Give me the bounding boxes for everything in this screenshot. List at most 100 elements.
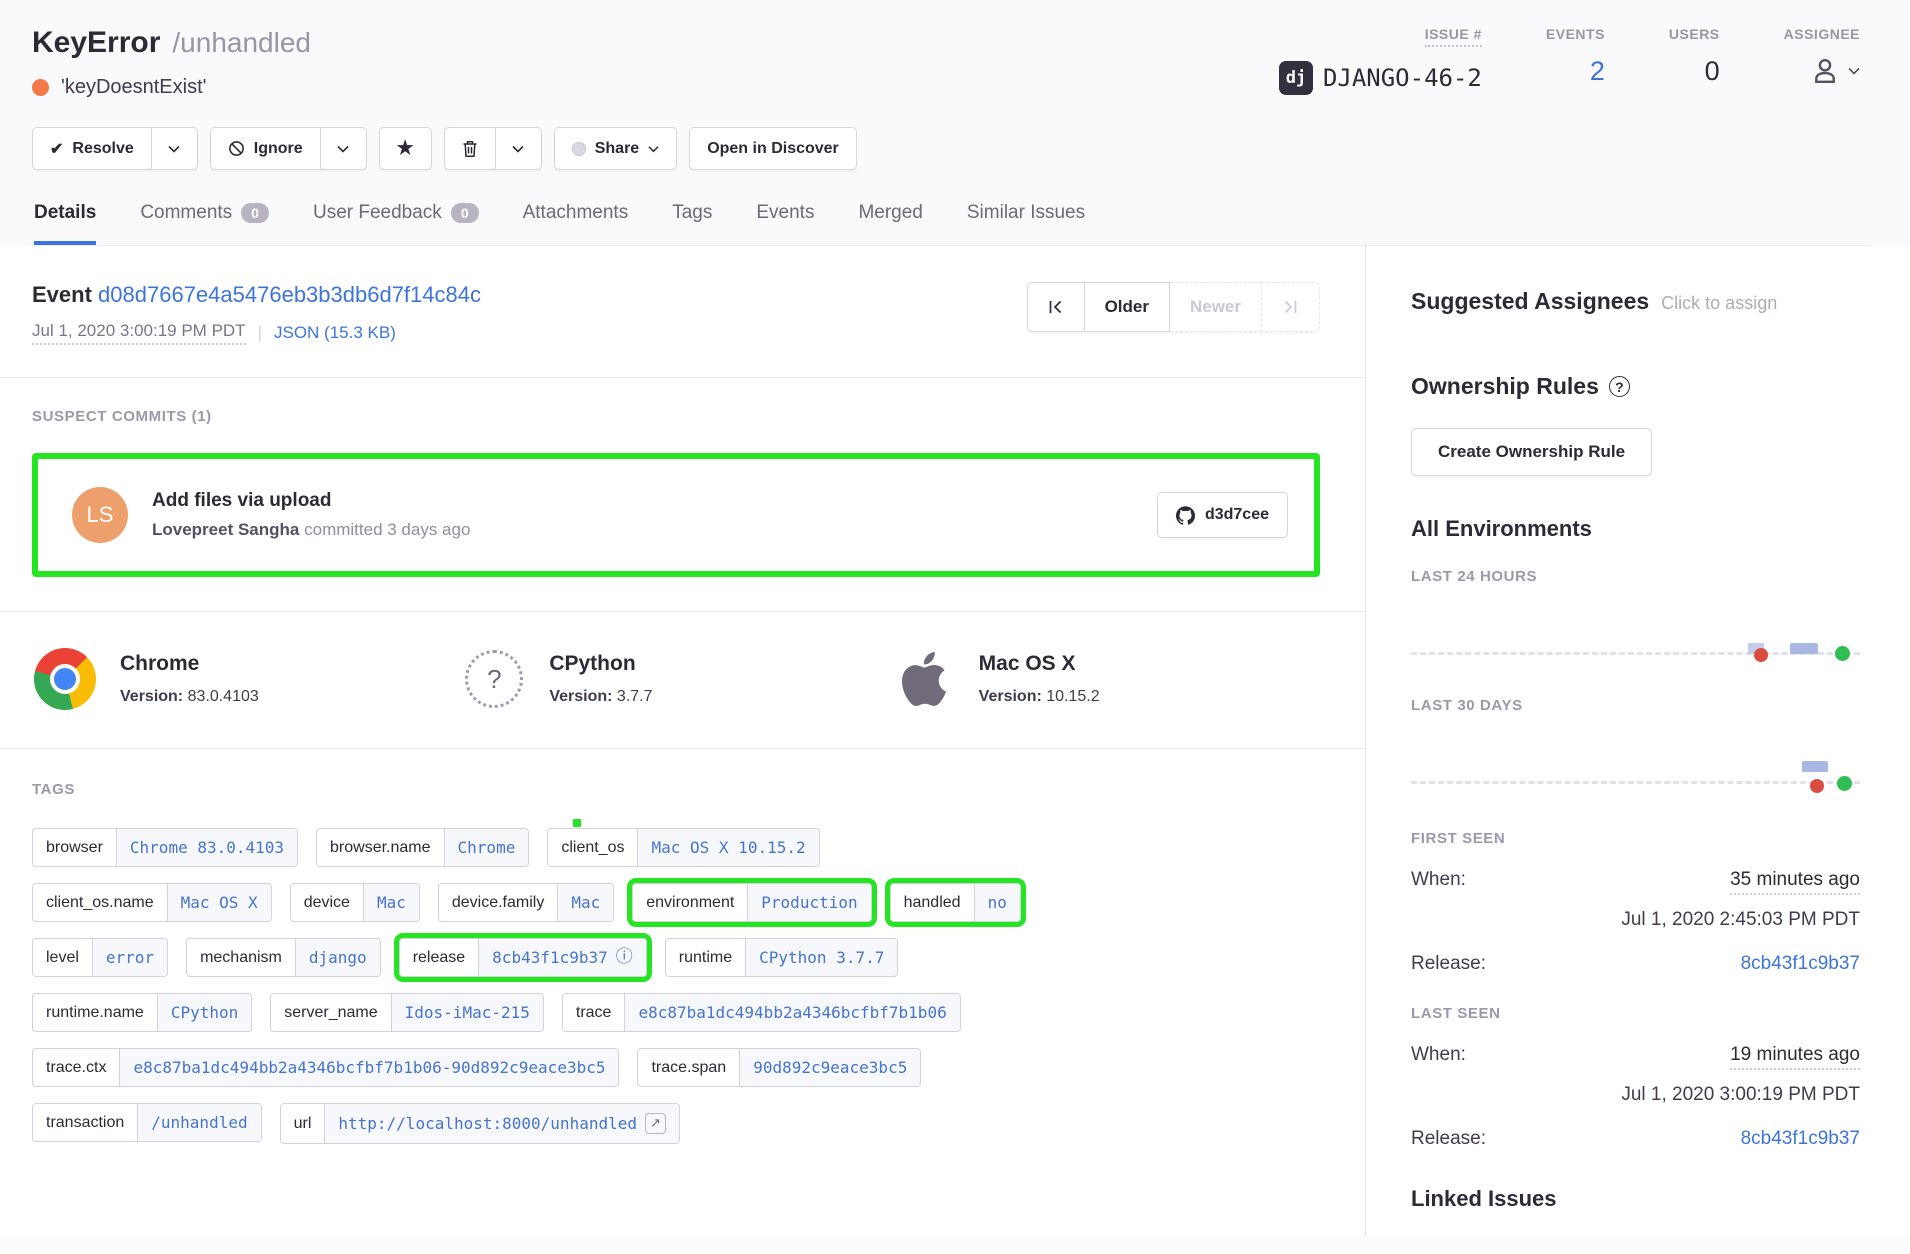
avatar: LS — [72, 487, 128, 543]
issue-header: KeyError /unhandled 'keyDoesntExist' ISS… — [0, 0, 1910, 246]
first-event-button[interactable] — [1027, 282, 1085, 332]
last-event-button[interactable] — [1262, 282, 1320, 332]
commit-message: Add files via upload — [152, 490, 1133, 512]
tag-pill-level[interactable]: levelerror — [32, 938, 168, 977]
spark-bar — [1790, 643, 1818, 654]
tag-pill-handled[interactable]: handledno — [890, 883, 1021, 922]
ignore-icon — [228, 140, 245, 157]
tag-pill-device[interactable]: deviceMac — [290, 883, 420, 922]
bookmark-star-button[interactable]: ★ — [379, 127, 432, 170]
tag-pill-trace[interactable]: tracee8c87ba1dc494bb2a4346bcfbf7b1b06 — [562, 993, 961, 1032]
tab-merged[interactable]: Merged — [858, 202, 922, 245]
help-question-icon[interactable]: ? — [1609, 376, 1630, 397]
resolve-dropdown-button[interactable] — [152, 127, 198, 170]
last-seen-label: LAST SEEN — [1411, 1005, 1860, 1022]
first-seen-release-link[interactable]: 8cb43f1c9b37 — [1741, 953, 1860, 975]
last-seen-when-label: When: — [1411, 1044, 1466, 1066]
check-icon: ✔ — [50, 139, 63, 159]
tag-pill-server-name[interactable]: server_nameIdos-iMac-215 — [270, 993, 544, 1032]
all-environments-title: All Environments — [1411, 516, 1860, 542]
newer-event-button[interactable]: Newer — [1170, 282, 1262, 332]
ignore-button[interactable]: Ignore — [210, 127, 321, 170]
assignee-dropdown[interactable] — [1810, 56, 1860, 86]
event-contexts: Chrome Version: 83.0.4103 ? CPython Vers… — [0, 612, 1365, 748]
tab-similar-issues[interactable]: Similar Issues — [967, 202, 1085, 245]
context-browser: Chrome Version: 83.0.4103 — [32, 646, 461, 712]
share-button[interactable]: Share — [554, 127, 677, 170]
spark-green-dot — [1835, 646, 1850, 661]
tags-section: TAGS browserChrome 83.0.4103 browser.nam… — [0, 749, 1365, 1144]
tag-pill-client-os[interactable]: client_osMac OS X 10.15.2 — [547, 828, 819, 867]
stat-issue-number: ISSUE # dj DJANGO-46-2 — [1279, 26, 1482, 95]
open-in-discover-button[interactable]: Open in Discover — [689, 127, 857, 170]
stat-assignee: ASSIGNEE — [1784, 26, 1860, 95]
event-json-link[interactable]: JSON (15.3 KB) — [274, 323, 396, 343]
events-count[interactable]: 2 — [1590, 56, 1605, 87]
event-id-block: Event d08d7667e4a5476eb3b3db6d7f14c84c J… — [32, 282, 481, 345]
delete-button[interactable] — [444, 127, 496, 170]
suspect-commits-title: SUSPECT COMMITS (1) — [32, 408, 1320, 425]
last-seen-absolute: Jul 1, 2020 3:00:19 PM PDT — [1411, 1084, 1860, 1106]
tag-pill-transaction[interactable]: transaction/unhandled — [32, 1103, 262, 1142]
first-seen-release-label: Release: — [1411, 953, 1486, 975]
unknown-runtime-icon: ? — [461, 646, 527, 712]
spark-red-dot — [1810, 779, 1824, 793]
tab-tags[interactable]: Tags — [672, 202, 712, 245]
context-runtime: ? CPython Version: 3.7.7 — [461, 646, 890, 712]
suspect-commit-highlight-box: LS Add files via upload Lovepreet Sangha… — [32, 453, 1320, 577]
last-30-days-label: LAST 30 DAYS — [1411, 697, 1860, 714]
tag-pill-environment[interactable]: environmentProduction — [632, 883, 871, 922]
tab-details[interactable]: Details — [34, 202, 96, 245]
create-ownership-rule-button[interactable]: Create Ownership Rule — [1411, 428, 1652, 476]
first-seen-relative: 35 minutes ago — [1730, 869, 1860, 895]
ignore-dropdown-button[interactable] — [321, 127, 367, 170]
last-24-hours-label: LAST 24 HOURS — [1411, 568, 1860, 585]
stat-users: USERS 0 — [1669, 26, 1720, 95]
chevron-down-icon — [512, 145, 524, 153]
tag-pill-browser[interactable]: browserChrome 83.0.4103 — [32, 828, 298, 867]
delete-dropdown-button[interactable] — [496, 127, 542, 170]
page-title: KeyError — [32, 26, 160, 60]
assignee-label: ASSIGNEE — [1784, 26, 1860, 42]
context-os: Mac OS X Version: 10.15.2 — [891, 646, 1320, 712]
star-icon: ★ — [397, 137, 414, 160]
tag-pill-runtime-name[interactable]: runtime.nameCPython — [32, 993, 252, 1032]
tab-user-feedback[interactable]: User Feedback 0 — [313, 202, 479, 245]
ownership-rules-title: Ownership Rules — [1411, 373, 1599, 400]
commit-sha-button[interactable]: d3d7cee — [1157, 492, 1288, 538]
users-label: USERS — [1669, 26, 1720, 42]
linked-issues-title: Linked Issues — [1411, 1186, 1860, 1212]
action-bar: ✔ Resolve Ignore — [32, 127, 1870, 170]
external-link-icon[interactable]: ↗ — [645, 1113, 666, 1134]
commit-author: Lovepreet Sangha — [152, 520, 299, 539]
chevron-down-icon — [648, 145, 659, 153]
event-id-link[interactable]: d08d7667e4a5476eb3b3db6d7f14c84c — [98, 282, 481, 307]
annotation-dot — [573, 819, 581, 827]
older-event-button[interactable]: Older — [1085, 282, 1170, 332]
resolve-button[interactable]: ✔ Resolve — [32, 127, 152, 170]
users-count[interactable]: 0 — [1705, 56, 1720, 87]
tag-pill-client-os-name[interactable]: client_os.nameMac OS X — [32, 883, 272, 922]
trash-icon — [462, 140, 478, 158]
tab-events[interactable]: Events — [756, 202, 814, 245]
tag-pill-trace-ctx[interactable]: trace.ctxe8c87ba1dc494bb2a4346bcfbf7b1b0… — [32, 1048, 619, 1087]
tag-pill-trace-span[interactable]: trace.span90d892c9eace3bc5 — [637, 1048, 921, 1087]
suspect-commits-section: SUSPECT COMMITS (1) LS Add files via upl… — [0, 378, 1365, 611]
error-level-dot — [32, 79, 49, 96]
tag-pill-browser-name[interactable]: browser.nameChrome — [316, 828, 529, 867]
issue-title-block: KeyError /unhandled 'keyDoesntExist' — [32, 26, 311, 99]
tag-pill-mechanism[interactable]: mechanismdjango — [186, 938, 381, 977]
tag-pill-release[interactable]: release8cb43f1c9b37ⓘ — [399, 938, 647, 977]
event-pagination: Older Newer — [1027, 282, 1320, 332]
info-icon[interactable]: ⓘ — [616, 949, 633, 966]
chevron-down-icon — [337, 145, 349, 153]
tab-attachments[interactable]: Attachments — [523, 202, 629, 245]
last-seen-release-link[interactable]: 8cb43f1c9b37 — [1741, 1128, 1860, 1150]
event-label: Event — [32, 282, 92, 307]
issue-number-label: ISSUE # — [1425, 26, 1482, 47]
tag-pill-url[interactable]: urlhttp://localhost:8000/unhandled↗ — [280, 1103, 680, 1144]
tag-pill-runtime[interactable]: runtimeCPython 3.7.7 — [665, 938, 899, 977]
chrome-logo-icon — [32, 646, 98, 712]
tab-comments[interactable]: Comments 0 — [140, 202, 269, 245]
tag-pill-device-family[interactable]: device.familyMac — [438, 883, 614, 922]
